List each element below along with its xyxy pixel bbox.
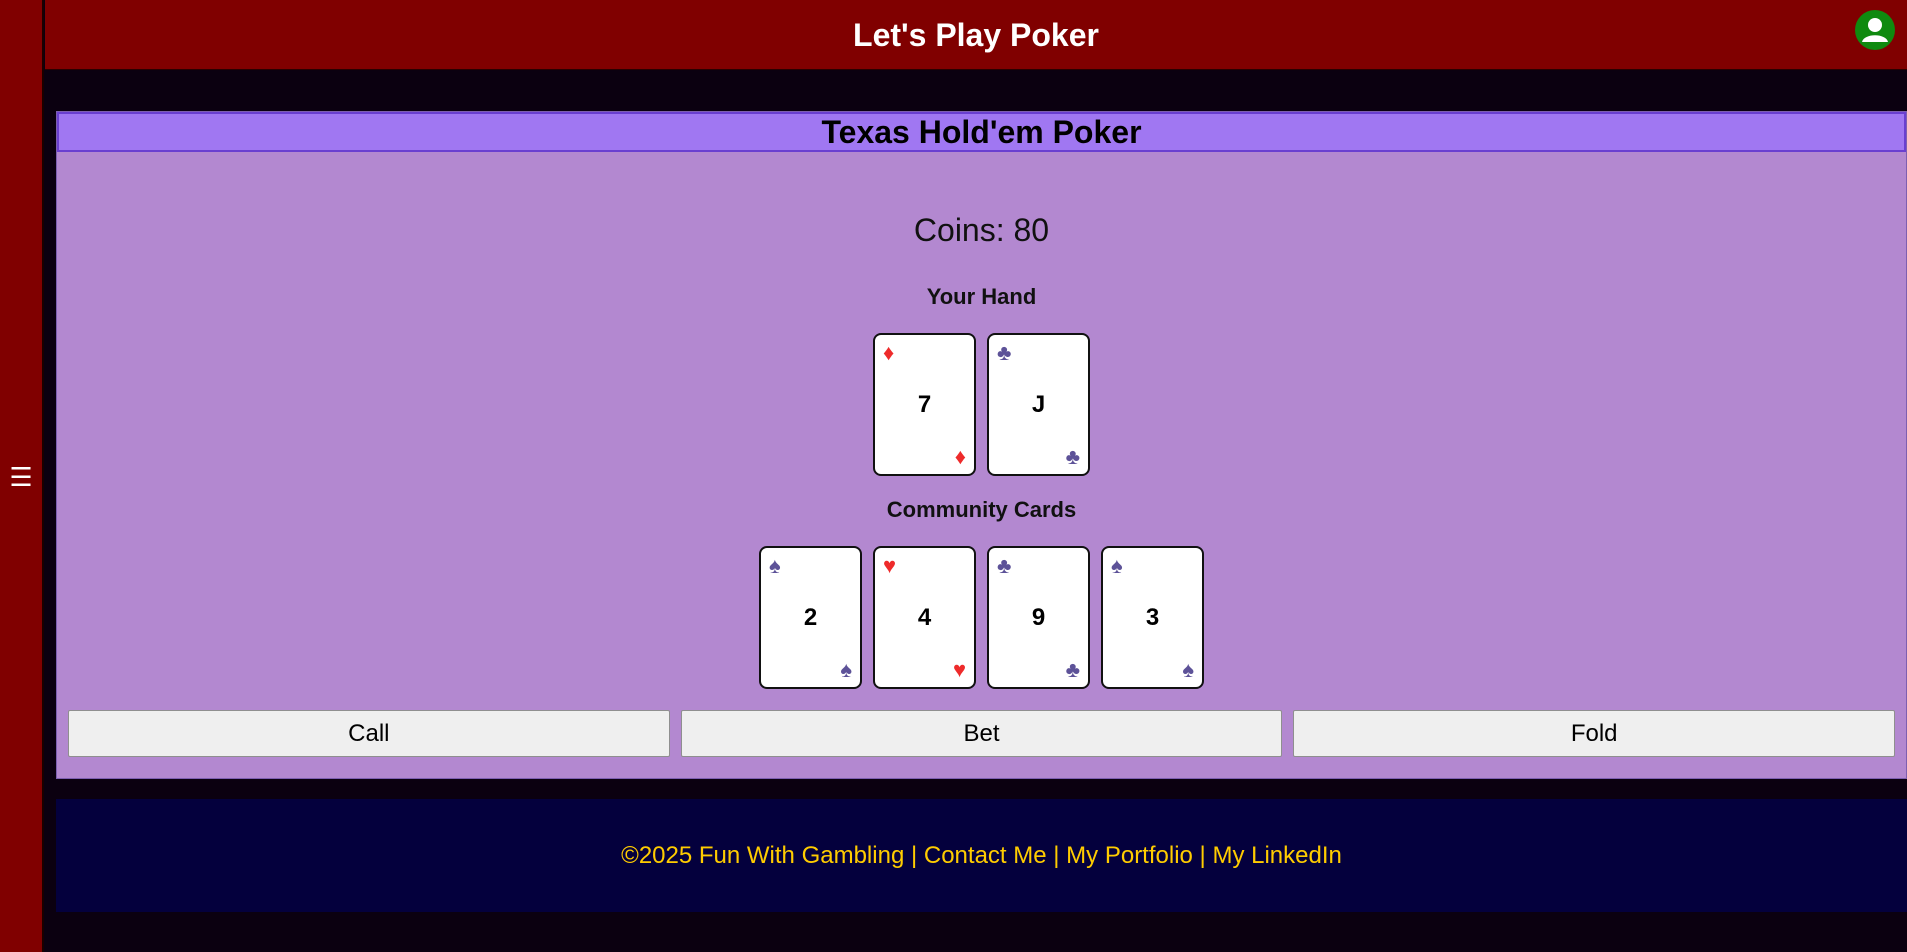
community-card: ♣ 9 ♣ [987,546,1090,689]
heart-suit-icon: ♥ [952,657,966,682]
community-card: ♠ 3 ♠ [1101,546,1204,689]
spade-suit-icon: ♠ [1111,553,1123,578]
spade-suit-icon: ♠ [1182,657,1194,682]
community-card: ♠ 2 ♠ [759,546,862,689]
your-hand-label: Your Hand [926,284,1037,309]
footer: ©2025 Fun With Gambling | Contact Me | M… [56,799,1907,912]
club-suit-icon: ♣ [997,553,1012,578]
call-button[interactable]: Call [68,710,670,757]
hand-card: ♦ 7 ♦ [873,333,976,476]
community-cards: ♠ 2 ♠ ♥ 4 ♥ ♣ 9 ♣ ♠ 3 ♠ [57,546,1906,689]
contact-link[interactable]: Contact Me [924,842,1047,869]
club-suit-icon: ♣ [997,340,1012,365]
hand-cards: ♦ 7 ♦ ♣ J ♣ [57,333,1906,476]
sidebar: ☰ [0,0,44,952]
footer-separator: | [1046,842,1067,869]
coin-balance: Coins: 80 [913,212,1050,248]
heart-suit-icon: ♥ [883,553,897,578]
diamond-suit-icon: ♦ [883,340,895,365]
user-avatar-button[interactable] [1855,10,1895,50]
footer-separator: | [904,842,924,869]
header: Let's Play Poker [45,0,1907,70]
card-rank: J [1031,391,1046,418]
club-suit-icon: ♣ [1065,444,1080,469]
community-cards-label: Community Cards [886,497,1077,522]
hamburger-menu-icon[interactable]: ☰ [0,462,42,492]
hand-card: ♣ J ♣ [987,333,1090,476]
linkedin-link[interactable]: My LinkedIn [1212,842,1341,869]
fold-button[interactable]: Fold [1293,710,1896,757]
user-icon [1862,18,1888,42]
poker-game-panel: Texas Hold'em Poker Coins: 80 Your Hand … [56,111,1907,779]
community-card: ♥ 4 ♥ [873,546,976,689]
card-rank: 4 [917,604,932,631]
card-rank: 3 [1145,604,1160,631]
footer-separator: | [1192,842,1213,869]
spade-suit-icon: ♠ [840,657,852,682]
game-title: Texas Hold'em Poker [821,114,1142,150]
copyright-text: ©2025 Fun With Gambling [621,842,905,869]
club-suit-icon: ♣ [1065,657,1080,682]
bet-button[interactable]: Bet [680,710,1283,757]
app-title: Let's Play Poker [853,17,1099,53]
game-title-bar: Texas Hold'em Poker [57,112,1906,152]
portfolio-link[interactable]: My Portfolio [1066,842,1193,869]
diamond-suit-icon: ♦ [954,444,966,469]
card-rank: 2 [803,604,818,631]
spade-suit-icon: ♠ [769,553,781,578]
card-rank: 7 [917,391,932,418]
card-rank: 9 [1031,604,1046,631]
action-buttons: Call Bet Fold [68,710,1896,757]
